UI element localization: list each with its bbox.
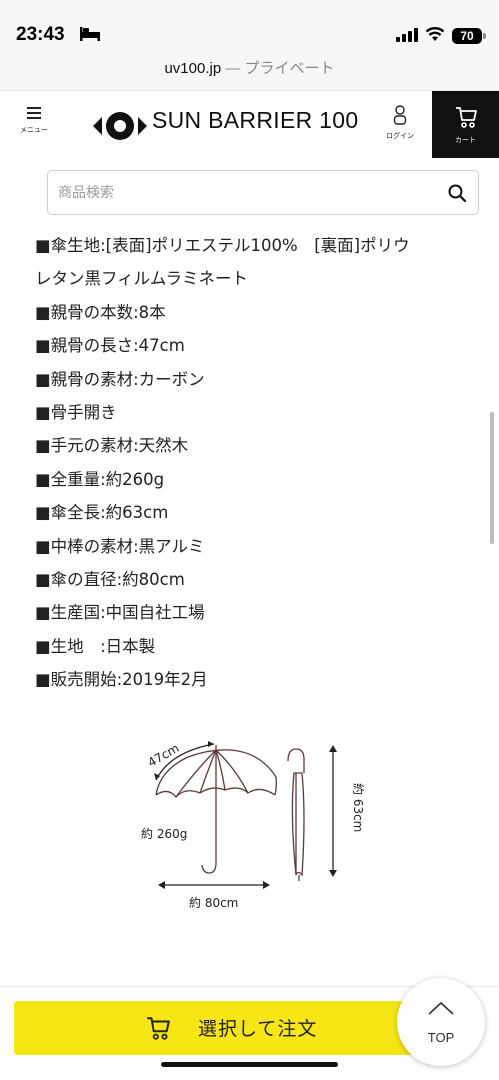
spec-item: ■親骨の素材:カーボン: [35, 369, 205, 389]
search-box: [47, 170, 479, 215]
battery-indicator: 70: [452, 28, 482, 44]
site-header: メニュー SUN BARRIER 100 ログイン カート: [0, 90, 499, 158]
spec-item: ■骨手開き: [35, 403, 117, 423]
cart-button[interactable]: カート: [432, 91, 499, 158]
cart-label: カート: [455, 136, 476, 144]
spec-item: ■販売開始:2019年2月: [35, 670, 208, 690]
private-label: — プライベート: [221, 60, 335, 77]
url-text: uv100.jp: [164, 60, 222, 77]
cart-icon: [147, 1017, 170, 1040]
bed-icon: [80, 27, 100, 41]
cart-icon: [455, 107, 477, 128]
user-icon: [393, 105, 407, 125]
login-button[interactable]: ログイン: [378, 105, 422, 141]
battery-tip: [483, 33, 486, 39]
hamburger-icon: [27, 107, 41, 119]
status-time: 23:43: [16, 24, 65, 45]
home-indicator: [161, 1062, 338, 1067]
scrollbar[interactable]: [490, 412, 494, 544]
site-logo[interactable]: SUN BARRIER 100: [152, 107, 358, 134]
rib-length-label: 47cm: [145, 741, 181, 770]
umbrella-diagram: 47cm 約 260g 約 80cm 約 63cm: [141, 741, 366, 910]
spec-item: ■全重量:約260g: [35, 469, 165, 489]
chevron-up-icon: [428, 1001, 454, 1015]
search-icon[interactable]: [448, 184, 466, 202]
spec-item: ■手元の素材:天然木: [35, 436, 189, 456]
length-label: 約 63cm: [351, 783, 366, 832]
back-to-top-button[interactable]: TOP: [397, 978, 485, 1066]
open-umbrella-icon: [155, 745, 277, 874]
status-bar: 23:43 70: [0, 0, 499, 56]
spec-item: ■生地 :日本製: [35, 636, 156, 656]
diameter-arrow: [158, 881, 270, 889]
weight-label: 約 260g: [141, 826, 187, 841]
spec-item: ■傘全長:約63cm: [35, 503, 169, 523]
order-label: 選択して注文: [198, 1018, 318, 1040]
signal-icon: [396, 28, 418, 42]
spec-item: ■中棒の素材:黒アルミ: [35, 536, 205, 556]
spec-list: ■傘生地:[表面]ポリエステル100% [裏面]ポリウ レタン黒フィルムラミネー…: [35, 229, 465, 697]
sun-logo-icon: [93, 112, 147, 140]
login-label: ログイン: [386, 132, 414, 140]
spec-item: ■親骨の本数:8本: [35, 302, 166, 322]
length-arrow: [329, 745, 337, 877]
closed-umbrella-icon: [287, 748, 305, 881]
address-bar[interactable]: uv100.jp — プライベート: [0, 56, 499, 90]
menu-label: メニュー: [20, 126, 48, 134]
wifi-icon: [425, 27, 445, 41]
spec-item: ■傘生地:[表面]ポリエステル100% [裏面]ポリウ: [35, 236, 410, 255]
spec-item: レタン黒フィルムラミネート: [35, 269, 249, 289]
diameter-label: 約 80cm: [189, 895, 238, 910]
menu-button[interactable]: メニュー: [12, 101, 56, 149]
spec-item: ■傘の直径:約80cm: [35, 570, 185, 590]
spec-item: ■生産国:中国自社工場: [35, 603, 205, 623]
top-label: TOP: [427, 1030, 455, 1045]
search-input[interactable]: [58, 171, 438, 214]
spec-item: ■親骨の長さ:47cm: [35, 336, 185, 356]
